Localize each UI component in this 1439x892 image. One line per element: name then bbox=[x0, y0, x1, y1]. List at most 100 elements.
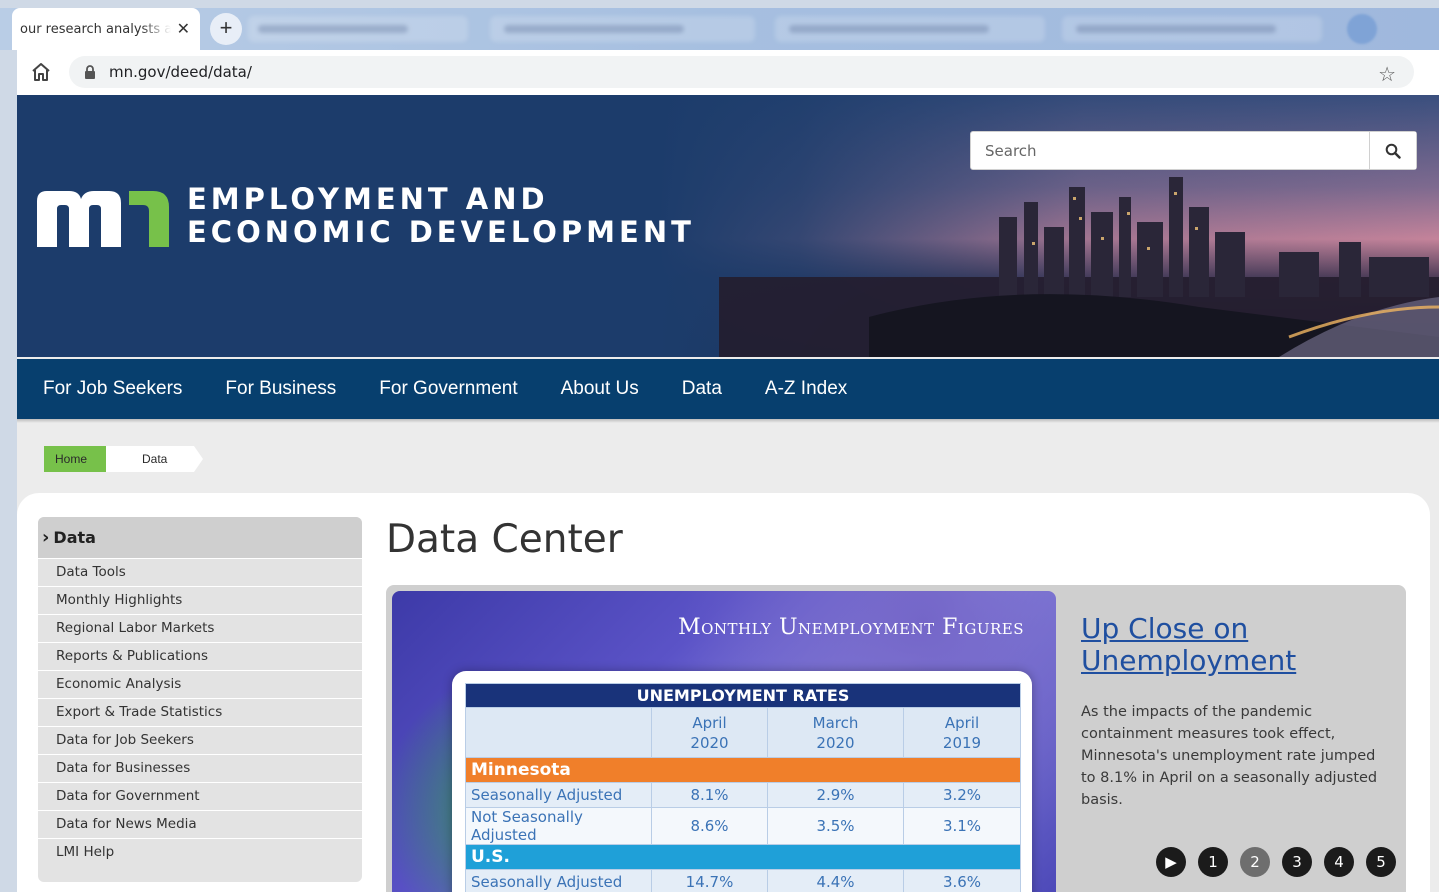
column-header: April 2019 bbox=[903, 707, 1021, 758]
slide-image[interactable]: Monthly Unemployment Figures UNEMPLOYMEN… bbox=[392, 591, 1056, 892]
sidebar-item-economic-analysis[interactable]: Economic Analysis bbox=[38, 670, 362, 698]
breadcrumb-home[interactable]: Home bbox=[44, 446, 106, 472]
sidebar-item-news-media[interactable]: Data for News Media bbox=[38, 810, 362, 838]
column-header-month: March bbox=[812, 713, 859, 732]
sidebar-item-data-tools[interactable]: Data Tools bbox=[38, 558, 362, 586]
sidebar-item-regional-labor-markets[interactable]: Regional Labor Markets bbox=[38, 614, 362, 642]
url-text: mn.gov/deed/data/ bbox=[109, 63, 252, 81]
lock-icon bbox=[85, 65, 95, 79]
table-cell: 8.6% bbox=[651, 807, 768, 845]
city-skyline-image bbox=[719, 177, 1439, 357]
nav-government[interactable]: For Government bbox=[379, 378, 517, 400]
slide-title: Monthly Unemployment Figures bbox=[678, 615, 1024, 640]
table-column-headers: April 2020 March 2020 April 2019 bbox=[465, 707, 1021, 758]
column-header-month: April bbox=[944, 713, 980, 732]
browser-tab-blurred[interactable] bbox=[775, 16, 1045, 42]
content-area: › Data Data Tools Monthly Highlights Reg… bbox=[17, 493, 1430, 892]
search-input[interactable] bbox=[971, 132, 1370, 169]
carousel-page-3[interactable]: 3 bbox=[1282, 847, 1312, 877]
nav-az-index[interactable]: A-Z Index bbox=[765, 378, 847, 400]
carousel-page-2[interactable]: 2 bbox=[1240, 847, 1270, 877]
agency-name: EMPLOYMENT AND ECONOMIC DEVELOPMENT bbox=[187, 183, 695, 249]
tab-close-icon[interactable]: ✕ bbox=[177, 19, 190, 39]
table-cell: 3.6% bbox=[903, 869, 1021, 892]
sidebar-nav: › Data Data Tools Monthly Highlights Reg… bbox=[38, 517, 362, 882]
feature-summary: As the impacts of the pandemic containme… bbox=[1081, 704, 1378, 808]
carousel-page-1[interactable]: 1 bbox=[1198, 847, 1228, 877]
table-row: Seasonally Adjusted 8.1% 2.9% 3.2% bbox=[465, 782, 1021, 808]
row-label: Seasonally Adjusted bbox=[465, 869, 652, 892]
region-row-us: U.S. bbox=[465, 844, 1021, 870]
sidebar-heading[interactable]: › Data bbox=[38, 517, 362, 558]
table-cell: 14.7% bbox=[651, 869, 768, 892]
browser-tab-blurred[interactable] bbox=[1062, 16, 1322, 42]
main-nav: For Job Seekers For Business For Governm… bbox=[17, 359, 1439, 419]
sidebar-item-government[interactable]: Data for Government bbox=[38, 782, 362, 810]
browser-tab-bar: our research analysts a ✕ + bbox=[0, 8, 1439, 50]
table-cell: 3.1% bbox=[903, 807, 1021, 845]
url-field[interactable]: mn.gov/deed/data/ ☆ bbox=[69, 56, 1414, 88]
table-heading-row: UNEMPLOYMENT RATES bbox=[465, 683, 1021, 708]
new-tab-button[interactable]: + bbox=[210, 13, 242, 45]
sidebar-item-lmi-help[interactable]: LMI Help bbox=[38, 838, 362, 866]
agency-name-line1: EMPLOYMENT AND bbox=[187, 182, 549, 216]
nav-data[interactable]: Data bbox=[682, 378, 722, 400]
row-label: Seasonally Adjusted bbox=[465, 782, 652, 808]
carousel-page-4[interactable]: 4 bbox=[1324, 847, 1354, 877]
column-header: April 2020 bbox=[651, 707, 768, 758]
sidebar-item-businesses[interactable]: Data for Businesses bbox=[38, 754, 362, 782]
column-header-year: 2020 bbox=[816, 733, 855, 752]
webpage: EMPLOYMENT AND ECONOMIC DEVELOPMENT For … bbox=[17, 95, 1439, 892]
tab-title: our research analysts a bbox=[20, 21, 171, 37]
table-heading: UNEMPLOYMENT RATES bbox=[465, 683, 1021, 708]
table-cell: 2.9% bbox=[767, 782, 904, 808]
sidebar-item-job-seekers[interactable]: Data for Job Seekers bbox=[38, 726, 362, 754]
feature-headline-link[interactable]: Up Close on Unemployment bbox=[1081, 613, 1381, 677]
address-bar: mn.gov/deed/data/ ☆ bbox=[17, 50, 1439, 95]
region-label: U.S. bbox=[465, 844, 1021, 870]
site-header: EMPLOYMENT AND ECONOMIC DEVELOPMENT bbox=[17, 95, 1439, 357]
chevron-right-icon: › bbox=[42, 527, 50, 548]
table-row: Not Seasonally Adjusted 8.6% 3.5% 3.1% bbox=[465, 807, 1021, 845]
browser-tab-blurred[interactable] bbox=[248, 16, 468, 42]
home-icon[interactable] bbox=[29, 60, 53, 84]
play-button[interactable]: ▶ bbox=[1156, 847, 1186, 877]
table-row: Seasonally Adjusted 14.7% 4.4% 3.6% bbox=[465, 869, 1021, 892]
breadcrumb-current: Data bbox=[106, 446, 194, 472]
table-corner bbox=[465, 707, 652, 758]
feature-carousel: Monthly Unemployment Figures UNEMPLOYMEN… bbox=[386, 585, 1406, 892]
region-label: Minnesota bbox=[465, 757, 1021, 783]
profile-avatar[interactable] bbox=[1347, 14, 1377, 44]
rates-panel: UNEMPLOYMENT RATES April 2020 March 2020 bbox=[452, 671, 1032, 892]
browser-tab-blurred[interactable] bbox=[490, 16, 755, 42]
search-icon bbox=[1385, 143, 1401, 159]
nav-business[interactable]: For Business bbox=[225, 378, 336, 400]
table-cell: 8.1% bbox=[651, 782, 768, 808]
sidebar-item-export-trade[interactable]: Export & Trade Statistics bbox=[38, 698, 362, 726]
column-header-year: 2020 bbox=[690, 733, 729, 752]
page-title: Data Center bbox=[386, 517, 623, 562]
sidebar-item-monthly-highlights[interactable]: Monthly Highlights bbox=[38, 586, 362, 614]
breadcrumb-arrow bbox=[194, 446, 203, 472]
column-header-month: April bbox=[692, 713, 727, 732]
search-box bbox=[970, 131, 1417, 170]
column-header-year: 2019 bbox=[942, 733, 982, 752]
table-cell: 4.4% bbox=[767, 869, 904, 892]
carousel-page-5[interactable]: 5 bbox=[1366, 847, 1396, 877]
agency-name-line2: ECONOMIC DEVELOPMENT bbox=[187, 215, 695, 249]
search-button[interactable] bbox=[1369, 132, 1416, 169]
unemployment-table: UNEMPLOYMENT RATES April 2020 March 2020 bbox=[465, 683, 1021, 892]
sidebar-item-reports-publications[interactable]: Reports & Publications bbox=[38, 642, 362, 670]
mn-logo bbox=[37, 191, 169, 247]
row-label: Not Seasonally Adjusted bbox=[465, 807, 652, 845]
browser-tab-active[interactable]: our research analysts a ✕ bbox=[12, 8, 200, 50]
column-header: March 2020 bbox=[767, 707, 904, 758]
bookmark-star-icon[interactable]: ☆ bbox=[1378, 62, 1396, 87]
nav-job-seekers[interactable]: For Job Seekers bbox=[43, 378, 182, 400]
nav-about-us[interactable]: About Us bbox=[561, 378, 639, 400]
sidebar-heading-label: Data bbox=[53, 528, 96, 547]
nav-divider bbox=[17, 419, 1439, 423]
table-cell: 3.2% bbox=[903, 782, 1021, 808]
region-row-minnesota: Minnesota bbox=[465, 757, 1021, 783]
carousel-controls: ▶ 1 2 3 4 5 bbox=[1156, 847, 1396, 877]
